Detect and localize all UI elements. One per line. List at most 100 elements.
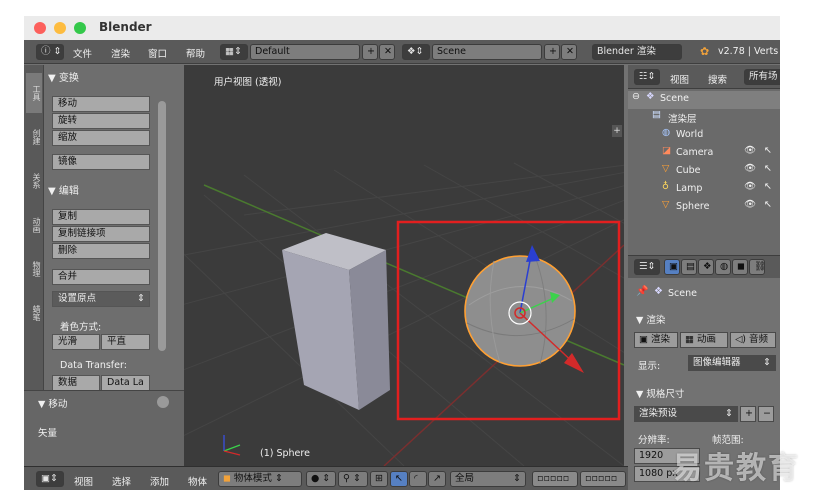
set-origin-select[interactable]: 设置原点 ⇕ xyxy=(52,291,150,307)
shade-flat-button[interactable]: 平直 xyxy=(101,334,150,350)
menu-window[interactable]: 窗口 xyxy=(148,46,167,60)
tab-grease-pencil[interactable]: 蜡笔 xyxy=(26,293,42,333)
tab-relations[interactable]: 关系 xyxy=(26,161,42,201)
collapse-icon[interactable]: ⊖ xyxy=(632,91,640,102)
blender-window: ⓘ ⇕ 文件 渲染 窗口 帮助 ▦⇕ Default + ✕ ❖⇕ Scene … xyxy=(24,40,780,490)
dimensions-panel-header[interactable]: ▼ 规格尺寸 xyxy=(636,386,684,400)
layers-grid-right[interactable]: ▫▫▫▫▫ xyxy=(580,471,626,487)
render-engine-select[interactable]: Blender 渲染 xyxy=(592,44,682,60)
duplicate-button[interactable]: 复制 xyxy=(52,209,150,225)
remove-layout-icon[interactable]: ✕ xyxy=(379,44,395,60)
outliner-menu-search[interactable]: 搜索 xyxy=(708,72,727,86)
menu-select[interactable]: 选择 xyxy=(112,474,131,488)
layers-grid-left[interactable]: ▫▫▫▫▫ xyxy=(532,471,578,487)
editor-type-3d-button[interactable]: ▣⇕ xyxy=(36,471,64,487)
data-transfer-button[interactable]: 数据 xyxy=(52,375,100,391)
menu-object[interactable]: 物体 xyxy=(188,474,207,488)
object-context-tab[interactable]: ◼ xyxy=(732,259,748,275)
menu-file[interactable]: 文件 xyxy=(73,46,92,60)
duplicate-linked-button[interactable]: 复制链接项 xyxy=(52,226,150,242)
outliner-row-lamp[interactable]: ♁ Lamp 👁 ↖ xyxy=(628,181,780,199)
add-layout-icon[interactable]: + xyxy=(362,44,378,60)
edit-panel-header[interactable]: ▼ 编辑 xyxy=(48,182,176,198)
scene-context-tab[interactable]: ❖ xyxy=(698,259,714,275)
render-animation-button[interactable]: ▦ 动画 xyxy=(680,332,728,348)
add-preset-icon[interactable]: + xyxy=(740,406,756,422)
outliner-row-sphere[interactable]: ▽ Sphere 👁 ↖ xyxy=(628,199,780,217)
visibility-eye-icon[interactable]: 👁 xyxy=(744,199,756,210)
join-button[interactable]: 合并 xyxy=(52,269,150,285)
data-layout-button[interactable]: Data La xyxy=(101,375,150,391)
tab-physics[interactable]: 物理 xyxy=(26,249,42,289)
render-layer-icon: ▤ xyxy=(652,109,661,120)
outliner-row-render-layer[interactable]: ▤ 渲染层 xyxy=(628,109,780,127)
visibility-eye-icon[interactable]: 👁 xyxy=(744,163,756,174)
render-audio-button[interactable]: ◁) 音频 xyxy=(730,332,776,348)
mesh-icon: ▽ xyxy=(662,199,670,210)
tool-shelf-scrollbar[interactable] xyxy=(158,101,166,351)
layout-field[interactable]: Default xyxy=(250,44,360,60)
select-arrow-icon[interactable]: ↖ xyxy=(764,199,772,210)
tab-create[interactable]: 创建 xyxy=(26,117,42,157)
scale-button[interactable]: 缩放 xyxy=(52,130,150,146)
visibility-eye-icon[interactable]: 👁 xyxy=(744,181,756,192)
pin-icon[interactable]: 📌 xyxy=(636,286,648,297)
render-panel-header[interactable]: ▼ 渲染 xyxy=(636,312,665,326)
tab-tools[interactable]: 工具 xyxy=(26,73,42,113)
zoom-window-icon[interactable] xyxy=(74,22,86,34)
add-scene-icon[interactable]: + xyxy=(544,44,560,60)
layout-icon[interactable]: ▦⇕ xyxy=(220,44,248,60)
menu-render[interactable]: 渲染 xyxy=(111,46,130,60)
move-panel-header[interactable]: ▼ 移动 xyxy=(38,396,67,410)
render-still-button[interactable]: ▣ 渲染 xyxy=(634,332,678,348)
world-context-tab[interactable]: ◍ xyxy=(715,259,731,275)
remove-scene-icon[interactable]: ✕ xyxy=(561,44,577,60)
close-window-icon[interactable] xyxy=(34,22,46,34)
outliner-display-filter[interactable]: 所有场 xyxy=(744,69,780,85)
visibility-eye-icon[interactable]: 👁 xyxy=(744,145,756,156)
mirror-button[interactable]: 镜像 xyxy=(52,154,150,170)
3d-viewport[interactable]: 用户视图 (透视) (1) Sphere + xyxy=(184,65,624,466)
outliner-row-world[interactable]: ◍ World xyxy=(628,127,780,145)
scene-icon[interactable]: ❖⇕ xyxy=(402,44,430,60)
shade-smooth-button[interactable]: 光滑 xyxy=(52,334,100,350)
viewport-scene[interactable] xyxy=(184,65,624,466)
delete-button[interactable]: 删除 xyxy=(52,243,150,259)
render-context-tab[interactable]: ▣ xyxy=(664,259,680,275)
scene-field[interactable]: Scene xyxy=(432,44,542,60)
manipulator-toggle-icon[interactable]: ⊞ xyxy=(370,471,388,487)
viewport-shading-select[interactable]: ● ⇕ xyxy=(306,471,336,487)
select-arrow-icon[interactable]: ↖ xyxy=(764,181,772,192)
minimize-window-icon[interactable] xyxy=(54,22,66,34)
render-preset-select[interactable]: 渲染预设 ⇕ xyxy=(634,406,738,422)
constraints-context-tab[interactable]: ⛓ xyxy=(749,259,766,275)
outliner-menu-view[interactable]: 视图 xyxy=(670,72,689,86)
display-select[interactable]: 图像编辑器 ⇕ xyxy=(688,355,776,371)
outliner-row-scene[interactable]: ⊖ ❖ Scene xyxy=(628,91,780,109)
editor-type-info-button[interactable]: ⓘ ⇕ xyxy=(36,44,64,60)
rotate-button[interactable]: 旋转 xyxy=(52,113,150,129)
mode-select[interactable]: ◼ 物体模式 ⇕ xyxy=(218,471,302,487)
menu-view[interactable]: 视图 xyxy=(74,474,93,488)
editor-type-properties-button[interactable]: ☰⇕ xyxy=(634,259,660,275)
scale-manipulator-icon[interactable]: ↗ xyxy=(428,471,446,487)
outliner-row-camera[interactable]: ◪ Camera 👁 ↖ xyxy=(628,145,780,163)
remove-preset-icon[interactable]: − xyxy=(758,406,774,422)
object-mode-icon: ◼ xyxy=(223,473,231,484)
tab-animation[interactable]: 动画 xyxy=(26,205,42,245)
move-button[interactable]: 移动 xyxy=(52,96,150,112)
translate-manipulator-icon[interactable]: ↖ xyxy=(390,471,408,487)
editor-type-outliner-button[interactable]: ☷⇕ xyxy=(634,69,660,85)
orientation-select[interactable]: 全局 ⇕ xyxy=(450,471,526,487)
pivot-point-select[interactable]: ⚲ ⇕ xyxy=(338,471,368,487)
transform-panel-header[interactable]: ▼ 变换 xyxy=(48,69,176,85)
outliner-row-cube[interactable]: ▽ Cube 👁 ↖ xyxy=(628,163,780,181)
move-panel-pin-icon[interactable] xyxy=(157,396,169,408)
select-arrow-icon[interactable]: ↖ xyxy=(764,145,772,156)
menu-help[interactable]: 帮助 xyxy=(186,46,205,60)
layers-context-tab[interactable]: ▤ xyxy=(681,259,697,275)
viewport-add-region-icon[interactable]: + xyxy=(612,125,622,137)
menu-add[interactable]: 添加 xyxy=(150,474,169,488)
select-arrow-icon[interactable]: ↖ xyxy=(764,163,772,174)
rotate-manipulator-icon[interactable]: ◜ xyxy=(409,471,427,487)
